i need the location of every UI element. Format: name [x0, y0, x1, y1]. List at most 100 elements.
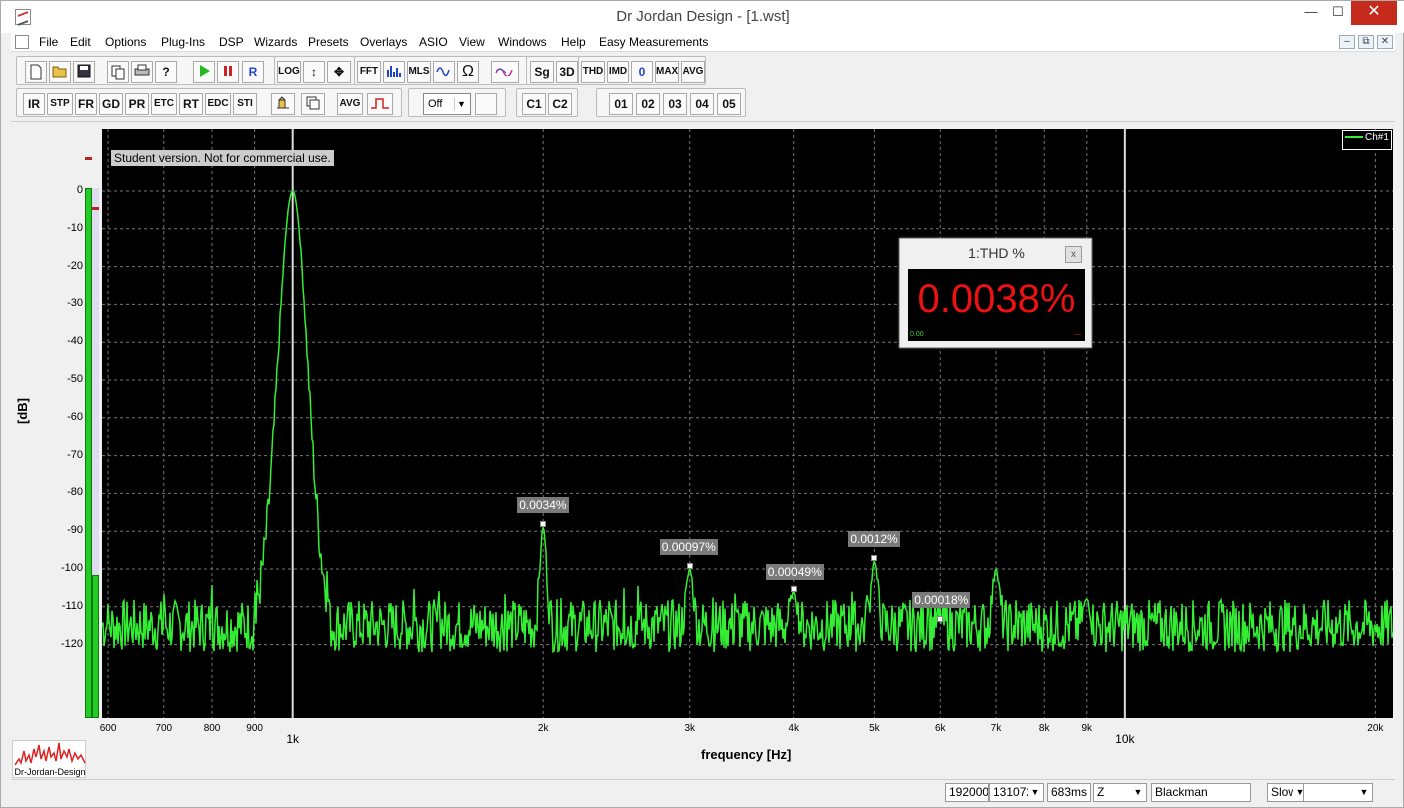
- status-bar: 192000 131072 ▼ 683ms Z ▼ Blackman Slow …: [11, 779, 1395, 803]
- harmonic-marker[interactable]: [540, 521, 547, 528]
- play-icon[interactable]: [193, 61, 215, 83]
- maximize-button[interactable]: ☐: [1325, 1, 1351, 25]
- menu-edit[interactable]: Edit: [70, 34, 91, 51]
- avg-button-2[interactable]: AVG: [337, 93, 363, 115]
- weighting-select[interactable]: Z ▼: [1093, 783, 1147, 802]
- mode-select[interactable]: Off ▼: [423, 93, 471, 115]
- spectrum-bars-icon[interactable]: [383, 61, 405, 83]
- edc-button[interactable]: EDC: [205, 93, 231, 115]
- thd-panel[interactable]: 1:THD % x 0.0038% 0.00 —: [899, 238, 1092, 348]
- y-axis-title: [dB]: [15, 398, 30, 424]
- y-tick-label: 0: [76, 184, 83, 196]
- level-meter-right: [92, 575, 99, 718]
- new-file-icon[interactable]: [25, 61, 47, 83]
- title-bar: Dr Jordan Design - [1.wst] — ☐ ✕: [1, 1, 1404, 33]
- thd-close-button[interactable]: x: [1065, 246, 1082, 263]
- record-button[interactable]: R: [242, 61, 264, 83]
- fft-button[interactable]: FFT: [357, 61, 381, 83]
- impedance-button[interactable]: Ω: [457, 61, 479, 83]
- window-copy-icon[interactable]: [301, 93, 325, 115]
- spectrum-plot[interactable]: [102, 129, 1393, 718]
- document-icon[interactable]: [15, 35, 29, 49]
- fft-size-select[interactable]: 131072 ▼: [989, 783, 1044, 802]
- blank-button[interactable]: [475, 93, 497, 115]
- fr-button[interactable]: FR: [75, 93, 97, 115]
- max-button[interactable]: MAX: [655, 61, 679, 83]
- x-tick-label: 3k: [684, 723, 696, 734]
- vertical-scale-icon[interactable]: ↕: [303, 61, 325, 83]
- menu-plugins[interactable]: Plug-Ins: [161, 34, 205, 51]
- mls-button[interactable]: MLS: [407, 61, 431, 83]
- menu-windows[interactable]: Windows: [498, 34, 547, 51]
- window-title: Dr Jordan Design - [1.wst]: [616, 8, 790, 25]
- rt-button[interactable]: RT: [179, 93, 203, 115]
- print-icon[interactable]: [131, 61, 153, 83]
- logo-waveform-icon: [14, 742, 86, 766]
- level-meter-left: [85, 188, 92, 718]
- preset-01-button[interactable]: 01: [609, 93, 633, 115]
- sweep-icon[interactable]: [433, 61, 455, 83]
- thd-button[interactable]: THD: [581, 61, 605, 83]
- gd-button[interactable]: GD: [99, 93, 123, 115]
- menu-file[interactable]: File: [39, 34, 58, 51]
- channel-2-button[interactable]: C2: [548, 93, 572, 115]
- harmonic-marker[interactable]: [686, 563, 693, 569]
- menu-overlays[interactable]: Overlays: [360, 34, 407, 51]
- menu-wizards[interactable]: Wizards: [254, 34, 297, 51]
- minimize-button[interactable]: —: [1299, 1, 1323, 25]
- preset-05-button[interactable]: 05: [717, 93, 741, 115]
- menu-view[interactable]: View: [459, 34, 485, 51]
- step-response-icon[interactable]: [367, 93, 393, 115]
- harmonic-marker[interactable]: [871, 555, 878, 562]
- x-tick-label: 20k: [1367, 723, 1384, 734]
- waveform-icon[interactable]: [491, 61, 519, 83]
- sti-button[interactable]: STI: [233, 93, 257, 115]
- pan-icon[interactable]: ✥: [327, 61, 351, 83]
- harmonic-marker[interactable]: [790, 585, 797, 592]
- toolbar-group-presets: 01 02 03 04 05: [596, 88, 746, 117]
- preset-04-button[interactable]: 04: [690, 93, 714, 115]
- log-button[interactable]: LOG: [277, 61, 301, 83]
- gate-icon[interactable]: [271, 93, 295, 115]
- extra-select[interactable]: ▼: [1303, 783, 1373, 802]
- x-tick-label: 10k: [1115, 732, 1135, 746]
- pause-icon[interactable]: [217, 61, 239, 83]
- x-tick-label: 600: [99, 723, 117, 734]
- mdi-close-icon[interactable]: ✕: [1377, 35, 1393, 49]
- legend[interactable]: Ch#1: [1342, 130, 1392, 150]
- mdi-minimize-icon[interactable]: –: [1339, 35, 1355, 49]
- avg-button[interactable]: AVG: [681, 61, 705, 83]
- toolbar-main: ? R LOG ↕ ✥ FFT MLS Ω Sg 3D THD IMD 0 MA…: [11, 54, 1395, 86]
- thd-display: 0.0038% 0.00 —: [908, 269, 1085, 341]
- menu-dsp[interactable]: DSP: [219, 34, 244, 51]
- sample-rate-field: 192000: [945, 783, 989, 802]
- zero-button[interactable]: 0: [631, 61, 653, 83]
- 3d-button[interactable]: 3D: [556, 61, 578, 83]
- copy-icon[interactable]: [107, 61, 129, 83]
- close-button[interactable]: ✕: [1351, 1, 1397, 25]
- save-icon[interactable]: [73, 61, 95, 83]
- menu-options[interactable]: Options: [105, 34, 146, 51]
- y-tick-label: -120: [60, 637, 83, 650]
- channel-1-button[interactable]: C1: [522, 93, 546, 115]
- menu-presets[interactable]: Presets: [308, 34, 349, 51]
- open-folder-icon[interactable]: [49, 61, 71, 83]
- etc-button[interactable]: ETC: [151, 93, 177, 115]
- harmonic-marker[interactable]: [937, 615, 944, 622]
- ir-button[interactable]: IR: [23, 93, 45, 115]
- mdi-restore-icon[interactable]: ⧉: [1358, 35, 1374, 49]
- x-tick-label: 2k: [537, 723, 549, 734]
- menu-asio[interactable]: ASIO: [419, 34, 448, 51]
- dr-jordan-logo: Dr-Jordan-Design: [12, 740, 86, 778]
- preset-03-button[interactable]: 03: [663, 93, 687, 115]
- y-tick-label: -40: [67, 335, 83, 348]
- imd-button[interactable]: IMD: [607, 61, 629, 83]
- menu-easy-measurements[interactable]: Easy Measurements: [599, 34, 708, 51]
- help-icon[interactable]: ?: [155, 61, 177, 83]
- spectrogram-button[interactable]: Sg: [530, 61, 554, 83]
- stp-button[interactable]: STP: [47, 93, 73, 115]
- chevron-down-icon: ▼: [1131, 785, 1145, 800]
- preset-02-button[interactable]: 02: [636, 93, 660, 115]
- pr-button[interactable]: PR: [125, 93, 149, 115]
- menu-help[interactable]: Help: [561, 34, 586, 51]
